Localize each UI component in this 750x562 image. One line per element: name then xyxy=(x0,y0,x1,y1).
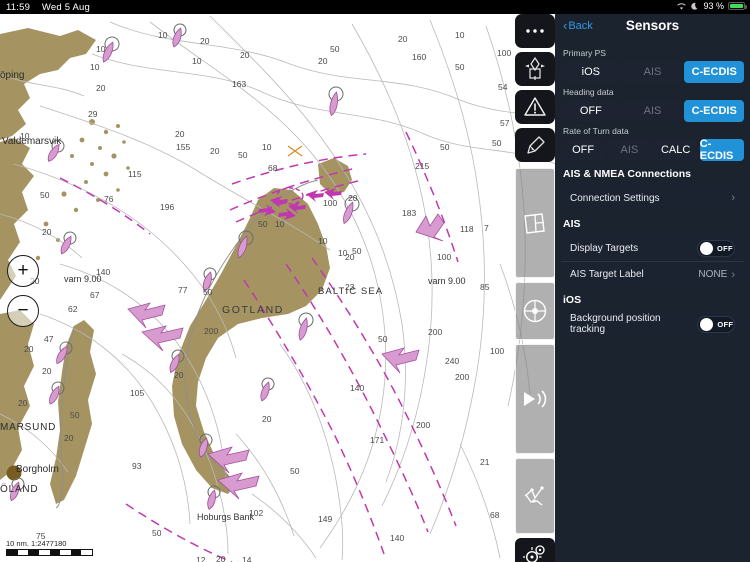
toggle-knob xyxy=(700,318,713,331)
zoom-out-label: − xyxy=(17,301,28,320)
chevron-right-icon: › xyxy=(731,192,735,204)
status-bar-left: 11:59 Wed 5 Aug xyxy=(6,2,90,13)
route-waypoint-button[interactable] xyxy=(515,458,555,534)
status-date: Wed 5 Aug xyxy=(42,2,90,13)
chevron-right-icon: › xyxy=(731,269,735,281)
segmented-control-heading-data: OFFAISC-ECDIS xyxy=(561,100,744,122)
row-connection-settings[interactable]: Connection Settings › xyxy=(561,185,744,211)
settings-gears-button[interactable] xyxy=(515,538,555,562)
toggle-state-label: OFF xyxy=(717,320,733,329)
section-card-ais-nmea-connections: Connection Settings › xyxy=(561,185,744,211)
scale-text: 10 nm. 1:2477180 xyxy=(6,539,93,548)
segment-rate-of-turn-data-c-ecdis[interactable]: C-ECDIS xyxy=(700,139,744,161)
zoom-out-button[interactable]: − xyxy=(7,295,39,327)
segment-heading-data-ais[interactable]: AIS xyxy=(623,100,683,122)
row-display-targets[interactable]: Display Targets OFF xyxy=(561,235,744,261)
row-label-connection-settings: Connection Settings xyxy=(570,193,660,204)
warning-button[interactable] xyxy=(515,90,555,124)
section-heading-ais-nmea-connections: AIS & NMEA Connections xyxy=(555,161,750,185)
settings-sections: AIS & NMEA ConnectionsConnection Setting… xyxy=(555,161,750,337)
section-card-ios: Background position tracking OFF xyxy=(561,311,744,337)
row-label-ais-target-label: AIS Target Label xyxy=(570,269,644,280)
page-title: Sensors xyxy=(555,18,750,33)
status-time: 11:59 xyxy=(6,2,30,13)
compass-rose-icon xyxy=(524,57,546,81)
scale-bar-graphic xyxy=(6,549,93,556)
section-heading-ios: iOS xyxy=(555,287,750,311)
chart-layers-icon xyxy=(522,210,548,236)
row-label-background-position-tracking: Background position tracking xyxy=(570,313,697,335)
segment-primary-ps-ais[interactable]: AIS xyxy=(623,61,683,83)
pointer-hand-icon xyxy=(523,133,547,157)
group-label-heading-data: Heading data xyxy=(555,83,750,100)
panel-content: ‹ Back Sensors Primary PSiOSAISC-ECDISHe… xyxy=(555,14,750,337)
segment-primary-ps-ios[interactable]: iOS xyxy=(561,61,621,83)
toggle-knob xyxy=(700,242,713,255)
section-card-ais: Display Targets OFF AIS Target Label NONE › xyxy=(561,235,744,287)
more-options-icon xyxy=(525,28,545,34)
section-heading-ais: AIS xyxy=(555,211,750,235)
row-ais-target-label[interactable]: AIS Target Label NONE › xyxy=(561,261,744,287)
crescent-moon-icon xyxy=(691,2,699,11)
wifi-icon xyxy=(676,2,687,11)
status-bar-right: 93 % xyxy=(676,1,745,11)
toggle-display-targets[interactable]: OFF xyxy=(697,240,735,257)
battery-icon xyxy=(728,2,745,10)
chart-layers-button[interactable] xyxy=(515,168,555,278)
segment-rate-of-turn-data-ais[interactable]: AIS xyxy=(607,139,651,161)
route-waypoint-icon xyxy=(522,482,548,510)
segment-heading-data-c-ecdis[interactable]: C-ECDIS xyxy=(684,100,744,122)
more-options-button[interactable] xyxy=(515,14,555,48)
toggle-background-position-tracking[interactable]: OFF xyxy=(697,316,735,333)
battery-percent: 93 % xyxy=(703,1,724,11)
row-value-ais-target-label: NONE xyxy=(698,269,727,280)
panel-navbar: ‹ Back Sensors xyxy=(555,14,750,44)
warning-icon xyxy=(523,96,547,118)
group-label-rate-of-turn-data: Rate of Turn data xyxy=(555,122,750,139)
sensors-settings-panel: ‹ Back Sensors Primary PSiOSAISC-ECDISHe… xyxy=(555,14,750,562)
segment-primary-ps-c-ecdis[interactable]: C-ECDIS xyxy=(684,61,744,83)
zoom-in-button[interactable]: + xyxy=(7,255,39,287)
zoom-in-label: + xyxy=(17,261,28,280)
radar-target-button[interactable] xyxy=(515,282,555,340)
beacon-icon xyxy=(521,387,549,411)
app-root: 11:59 Wed 5 Aug 93 % xyxy=(0,0,750,562)
segmented-control-primary-ps: iOSAISC-ECDIS xyxy=(561,61,744,83)
settings-gears-icon xyxy=(523,543,547,562)
segment-rate-of-turn-data-calc[interactable]: CALC xyxy=(654,139,698,161)
sensor-source-groups: Primary PSiOSAISC-ECDISHeading dataOFFAI… xyxy=(555,44,750,161)
row-label-display-targets: Display Targets xyxy=(570,243,638,254)
group-label-primary-ps: Primary PS xyxy=(555,44,750,61)
segment-heading-data-off[interactable]: OFF xyxy=(561,100,621,122)
status-bar: 11:59 Wed 5 Aug 93 % xyxy=(0,0,750,14)
pointer-hand-button[interactable] xyxy=(515,128,555,162)
segmented-control-rate-of-turn-data: OFFAISCALCC-ECDIS xyxy=(561,139,744,161)
chart-tools-toolbar xyxy=(515,14,555,562)
toggle-state-label: OFF xyxy=(717,244,733,253)
scale-bar: 10 nm. 1:2477180 xyxy=(6,539,93,556)
radar-target-icon xyxy=(522,298,548,324)
segment-rate-of-turn-data-off[interactable]: OFF xyxy=(561,139,605,161)
compass-rose-button[interactable] xyxy=(515,52,555,86)
beacon-button[interactable] xyxy=(515,344,555,454)
row-background-position-tracking[interactable]: Background position tracking OFF xyxy=(561,311,744,337)
